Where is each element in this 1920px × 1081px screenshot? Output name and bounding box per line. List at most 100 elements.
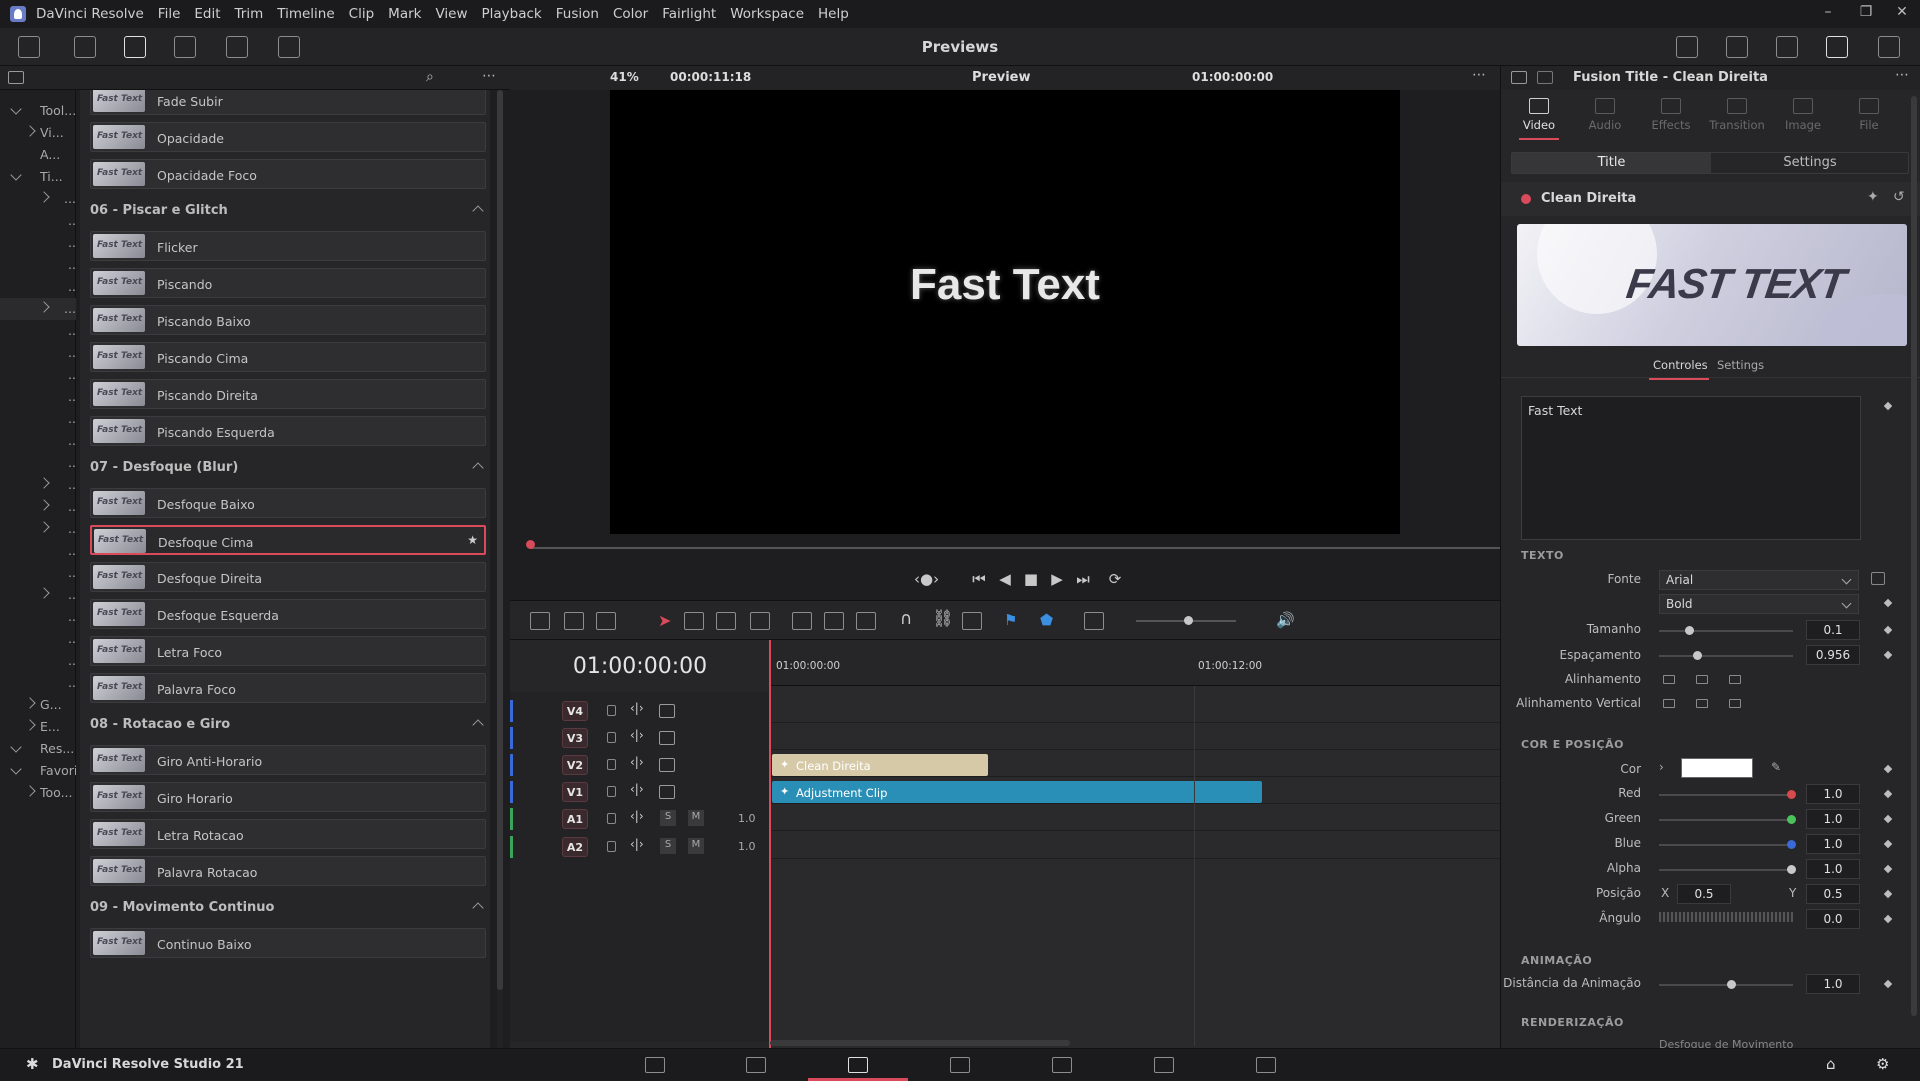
keyframe-icon[interactable] (1883, 598, 1893, 608)
share-icon[interactable] (1676, 36, 1698, 58)
tree-row[interactable]: ... (0, 628, 76, 650)
lock-icon[interactable] (607, 786, 616, 797)
track-volume[interactable]: 1.0 (738, 812, 756, 825)
enable-toggle-icon[interactable] (1521, 194, 1531, 204)
tree-row[interactable]: ... (0, 342, 76, 364)
minimize-icon[interactable]: – (1818, 4, 1838, 24)
timeline-playhead[interactable] (769, 640, 771, 1050)
tree-row[interactable]: ... (0, 452, 76, 474)
effect-item[interactable]: Fast Text Letra Rotacao (90, 819, 486, 849)
chevron-down-icon[interactable] (10, 169, 22, 181)
effects-group-header[interactable]: 08 - Rotacao e Giro (90, 717, 486, 739)
tree-row[interactable]: ... (0, 496, 76, 518)
tree-row[interactable]: ... (0, 408, 76, 430)
timeline-ruler[interactable]: 01:00:00:00 01:00:12:00 (770, 640, 1500, 686)
inspector-tab-image[interactable]: Image (1769, 98, 1837, 132)
mute-button[interactable]: M (688, 838, 704, 854)
tree-row[interactable]: Ti... (0, 166, 76, 188)
keyframe-icon[interactable] (1883, 814, 1893, 824)
timeline-view-icon[interactable] (530, 612, 550, 630)
tree-row[interactable]: ... (0, 298, 76, 320)
auto-select-icon[interactable]: ‹|› (630, 728, 644, 742)
magic-wand-icon[interactable]: ✦ (1867, 189, 1879, 205)
blue-value[interactable]: 1.0 (1806, 834, 1860, 854)
go-to-start-icon[interactable]: ⏮ (970, 570, 988, 588)
lock-icon[interactable] (607, 732, 616, 743)
chevron-down-icon[interactable] (10, 103, 22, 115)
audio-track-icon[interactable] (564, 612, 584, 630)
tree-row[interactable]: Res... (0, 738, 76, 760)
tree-row[interactable]: Tool... (0, 100, 76, 122)
app-name-menu[interactable]: DaVinci Resolve (36, 6, 144, 22)
lock-icon[interactable] (607, 759, 616, 770)
pos-x-value[interactable]: 0.5 (1677, 884, 1731, 904)
angulo-value[interactable]: 0.0 (1806, 909, 1860, 929)
chevron-right-icon[interactable] (24, 125, 36, 137)
lock-icon[interactable] (607, 841, 616, 852)
tree-row[interactable]: Favori... (0, 760, 76, 782)
panel-toggle-icon[interactable] (8, 71, 24, 84)
tree-row[interactable]: ... (0, 474, 76, 496)
loop-icon[interactable]: ⟳ (1106, 570, 1124, 588)
chevron-right-icon[interactable] (24, 785, 36, 797)
flag-icon[interactable]: ⚑ (1004, 611, 1017, 629)
deliver-page-icon[interactable] (1256, 1057, 1276, 1073)
track-id-badge[interactable]: V1 (562, 782, 588, 802)
insert-clip-icon[interactable] (792, 612, 812, 630)
green-slider[interactable] (1659, 815, 1796, 824)
inspector-tab-video[interactable]: Video (1505, 98, 1573, 140)
chevron-right-icon[interactable] (24, 719, 36, 731)
tree-row[interactable]: ... (0, 584, 76, 606)
menu-clip[interactable]: Clip (349, 6, 375, 22)
menu-view[interactable]: View (435, 6, 467, 22)
chevron-up-icon[interactable] (472, 462, 484, 474)
timeline-clip-v1[interactable]: ✦ Adjustment Clip (772, 781, 1262, 803)
effect-item[interactable]: Fast Text Letra Foco (90, 636, 486, 666)
tamanho-slider[interactable] (1659, 626, 1793, 635)
effects-group-header[interactable]: 06 - Piscar e Glitch (90, 203, 486, 225)
espacamento-slider[interactable] (1659, 651, 1793, 660)
track-visibility-icon[interactable] (659, 785, 675, 799)
track-visibility-icon[interactable] (659, 758, 675, 772)
marker-icon[interactable]: ⬟ (1040, 611, 1053, 629)
subtab-controles[interactable]: Controles (1649, 358, 1709, 380)
menu-help[interactable]: Help (818, 6, 849, 22)
linked-selection-icon[interactable]: ⛓ (932, 609, 954, 629)
valign-bottom-icon[interactable] (1729, 699, 1741, 708)
auto-select-icon[interactable]: ‹|› (630, 837, 644, 851)
voiceover-icon[interactable] (596, 612, 616, 630)
timeline-scrollbar[interactable] (770, 1040, 1070, 1046)
auto-select-icon[interactable]: ‹|› (630, 701, 644, 715)
chevron-down-icon[interactable] (10, 763, 22, 775)
inspector-tab-transition[interactable]: Transition (1703, 98, 1771, 132)
chevron-up-icon[interactable] (472, 719, 484, 731)
edit-page-icon[interactable] (848, 1057, 868, 1073)
tree-row[interactable]: ... (0, 364, 76, 386)
keyframe-icon[interactable] (1883, 839, 1893, 849)
tree-row[interactable]: ... (0, 672, 76, 694)
inspector-mode-icon[interactable] (1511, 71, 1527, 84)
scrubber-bar[interactable] (530, 547, 1500, 549)
tree-row[interactable]: ... (0, 518, 76, 540)
timeline-timecode[interactable]: 01:00:00:00 (510, 654, 770, 679)
menu-trim[interactable]: Trim (235, 6, 264, 22)
effect-item[interactable]: Fast Text Piscando Cima (90, 342, 486, 372)
tree-row[interactable]: ... (0, 276, 76, 298)
chevron-down-icon[interactable] (10, 741, 22, 753)
chevron-right-icon[interactable] (38, 587, 50, 599)
valign-middle-icon[interactable] (1696, 699, 1708, 708)
jog-icon[interactable]: ‹●› (914, 570, 939, 588)
menu-fairlight[interactable]: Fairlight (662, 6, 716, 22)
replace-clip-icon[interactable] (856, 612, 876, 630)
tree-row[interactable]: Vi... (0, 122, 76, 144)
effect-item[interactable]: Fast Text Opacidade Foco (90, 159, 486, 189)
inspector-icon[interactable] (1826, 36, 1848, 58)
keyframe-icon[interactable] (1883, 889, 1893, 899)
viewer-more-icon[interactable]: ⋯ (1472, 67, 1486, 83)
effect-item[interactable]: Fast Text Fade Subir (90, 90, 486, 115)
search-icon[interactable]: ⌕ (426, 69, 434, 85)
effect-item[interactable]: Fast Text Piscando Direita (90, 379, 486, 409)
effects-scrollbar[interactable] (497, 90, 503, 1048)
pos-y-value[interactable]: 0.5 (1806, 884, 1860, 904)
effect-item[interactable]: Fast Text Opacidade (90, 122, 486, 152)
